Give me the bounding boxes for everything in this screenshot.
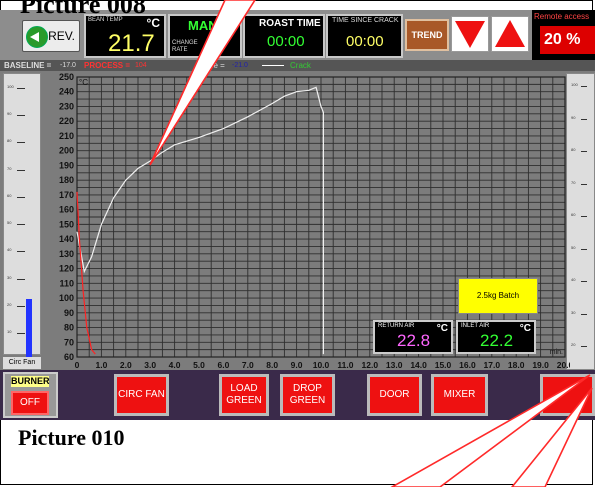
callout-pointers xyxy=(149,0,593,487)
callout-pointer-top xyxy=(149,0,256,166)
